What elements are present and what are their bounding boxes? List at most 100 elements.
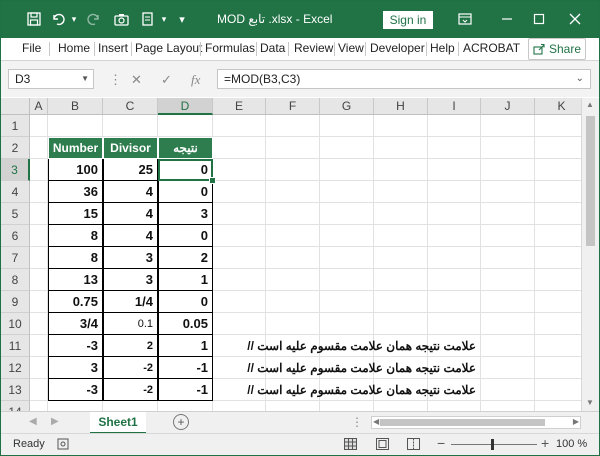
tab-page-layout[interactable]: Page Layout xyxy=(135,41,202,55)
column-header-h[interactable]: H xyxy=(374,98,428,115)
tab-home[interactable]: Home xyxy=(58,41,90,55)
table-cell[interactable]: 100 xyxy=(48,159,103,181)
table-cell[interactable]: -1 xyxy=(158,379,213,401)
row-header-6[interactable]: 6 xyxy=(1,225,30,247)
table-cell[interactable]: 0.75 xyxy=(48,291,103,313)
add-sheet-icon[interactable]: + xyxy=(173,414,189,430)
row-header-4[interactable]: 4 xyxy=(1,181,30,203)
column-header-i[interactable]: I xyxy=(428,98,481,115)
sheet-tab-sheet1[interactable]: Sheet1 xyxy=(90,412,146,434)
next-sheet-icon[interactable]: ▶ xyxy=(51,416,59,427)
tab-data[interactable]: Data xyxy=(260,41,285,55)
row-header-10[interactable]: 10 xyxy=(1,313,30,335)
column-header-j[interactable]: J xyxy=(481,98,535,115)
formula-input[interactable]: =MOD(B3,C3) ⌄ xyxy=(217,69,591,89)
tab-help[interactable]: Help xyxy=(430,41,455,55)
row-header-9[interactable]: 9 xyxy=(1,291,30,313)
note-text[interactable]: علامت نتیجه همان علامت مقسوم علیه است // xyxy=(247,361,476,375)
table-cell[interactable]: 3 xyxy=(103,247,158,269)
tab-file[interactable]: File xyxy=(22,41,41,55)
table-cell[interactable]: 0 xyxy=(158,291,213,313)
table-cell[interactable]: 1 xyxy=(158,335,213,357)
fill-handle[interactable] xyxy=(209,177,216,184)
prev-sheet-icon[interactable]: ◀ xyxy=(29,416,37,427)
table-cell[interactable]: -2 xyxy=(103,379,158,401)
tab-developer[interactable]: Developer xyxy=(370,41,425,55)
chevron-down-icon[interactable]: ▼ xyxy=(81,74,89,83)
accessibility-icon[interactable] xyxy=(57,438,69,453)
minimize-icon[interactable] xyxy=(497,9,517,29)
horizontal-scrollbar[interactable]: ◀ ▶ xyxy=(371,416,581,429)
table-cell[interactable]: 0 xyxy=(158,159,213,181)
table-header-2[interactable]: نتیجه xyxy=(158,137,213,159)
table-cell[interactable]: 3 xyxy=(158,203,213,225)
row-header-5[interactable]: 5 xyxy=(1,203,30,225)
table-header-0[interactable]: Number xyxy=(48,137,103,159)
table-cell[interactable]: 25 xyxy=(103,159,158,181)
expand-formula-icon[interactable]: ⌄ xyxy=(576,73,584,84)
scroll-up-icon[interactable]: ▲ xyxy=(586,100,594,109)
zoom-slider[interactable] xyxy=(451,439,537,450)
column-header-c[interactable]: C xyxy=(103,98,158,115)
tab-acrobat[interactable]: ACROBAT xyxy=(463,41,520,55)
column-header-g[interactable]: G xyxy=(320,98,374,115)
zoom-slider-thumb[interactable] xyxy=(491,439,494,450)
table-cell[interactable]: 8 xyxy=(48,247,103,269)
table-cell[interactable]: 3 xyxy=(103,269,158,291)
row-header-8[interactable]: 8 xyxy=(1,269,30,291)
table-cell[interactable]: 4 xyxy=(103,181,158,203)
column-header-b[interactable]: B xyxy=(48,98,103,115)
table-cell[interactable]: -1 xyxy=(158,357,213,379)
share-button[interactable]: Share xyxy=(528,38,586,60)
cancel-icon[interactable]: ✕ xyxy=(131,72,142,88)
normal-view-icon[interactable] xyxy=(344,438,357,453)
camera-icon[interactable] xyxy=(112,10,130,28)
undo-dropdown-icon[interactable]: ▾ xyxy=(65,10,83,28)
restore-icon[interactable] xyxy=(529,9,549,29)
note-text[interactable]: علامت نتیجه همان علامت مقسوم علیه است // xyxy=(247,383,476,397)
column-header-k[interactable]: K xyxy=(535,98,581,115)
scroll-down-icon[interactable]: ▼ xyxy=(586,398,594,407)
table-cell[interactable]: 1/4 xyxy=(103,291,158,313)
table-cell[interactable]: 15 xyxy=(48,203,103,225)
table-cell[interactable]: 3/4 xyxy=(48,313,103,335)
save-icon[interactable] xyxy=(25,10,43,28)
note-text[interactable]: علامت نتیجه همان علامت مقسوم علیه است // xyxy=(247,339,476,353)
row-header-11[interactable]: 11 xyxy=(1,335,30,357)
table-cell[interactable]: 0.05 xyxy=(158,313,213,335)
table-cell[interactable]: 0 xyxy=(158,225,213,247)
customize-icon[interactable]: ▾ xyxy=(173,10,191,28)
table-cell[interactable]: 4 xyxy=(103,203,158,225)
table-cell[interactable]: 3 xyxy=(48,357,103,379)
zoom-out-icon[interactable]: − xyxy=(437,435,445,451)
column-header-f[interactable]: F xyxy=(266,98,320,115)
worksheet-grid[interactable]: ABCDEFGHIJK1234567891011121314NumberDivi… xyxy=(1,98,581,411)
name-box[interactable]: D3 ▼ xyxy=(8,69,94,89)
table-header-1[interactable]: Divisor xyxy=(103,137,158,159)
row-header-14[interactable]: 14 xyxy=(1,401,30,411)
vertical-scroll-thumb[interactable] xyxy=(586,116,595,246)
scroll-right-icon[interactable]: ▶ xyxy=(573,417,579,426)
row-header-3[interactable]: 3 xyxy=(1,159,30,181)
select-all-button[interactable] xyxy=(1,98,30,115)
table-cell[interactable]: 1 xyxy=(158,269,213,291)
table-cell[interactable]: 4 xyxy=(103,225,158,247)
column-header-d[interactable]: D xyxy=(158,98,213,115)
table-cell[interactable]: -2 xyxy=(103,357,158,379)
table-cell[interactable]: -3 xyxy=(48,335,103,357)
table-cell[interactable]: 0 xyxy=(158,181,213,203)
column-header-a[interactable]: A xyxy=(30,98,48,115)
table-cell[interactable]: 13 xyxy=(48,269,103,291)
row-header-1[interactable]: 1 xyxy=(1,115,30,137)
page-layout-view-icon[interactable] xyxy=(376,438,389,453)
insert-function-icon[interactable]: fx xyxy=(191,72,200,88)
form-dropdown-icon[interactable]: ▾ xyxy=(155,10,173,28)
enter-icon[interactable]: ✓ xyxy=(161,72,172,88)
page-break-view-icon[interactable] xyxy=(407,438,420,453)
table-cell[interactable]: 36 xyxy=(48,181,103,203)
row-header-2[interactable]: 2 xyxy=(1,137,30,159)
sign-in-button[interactable]: Sign in xyxy=(383,11,433,29)
table-cell[interactable]: 2 xyxy=(103,335,158,357)
tab-review[interactable]: Review xyxy=(294,41,333,55)
table-cell[interactable]: 0.1 xyxy=(103,313,158,335)
